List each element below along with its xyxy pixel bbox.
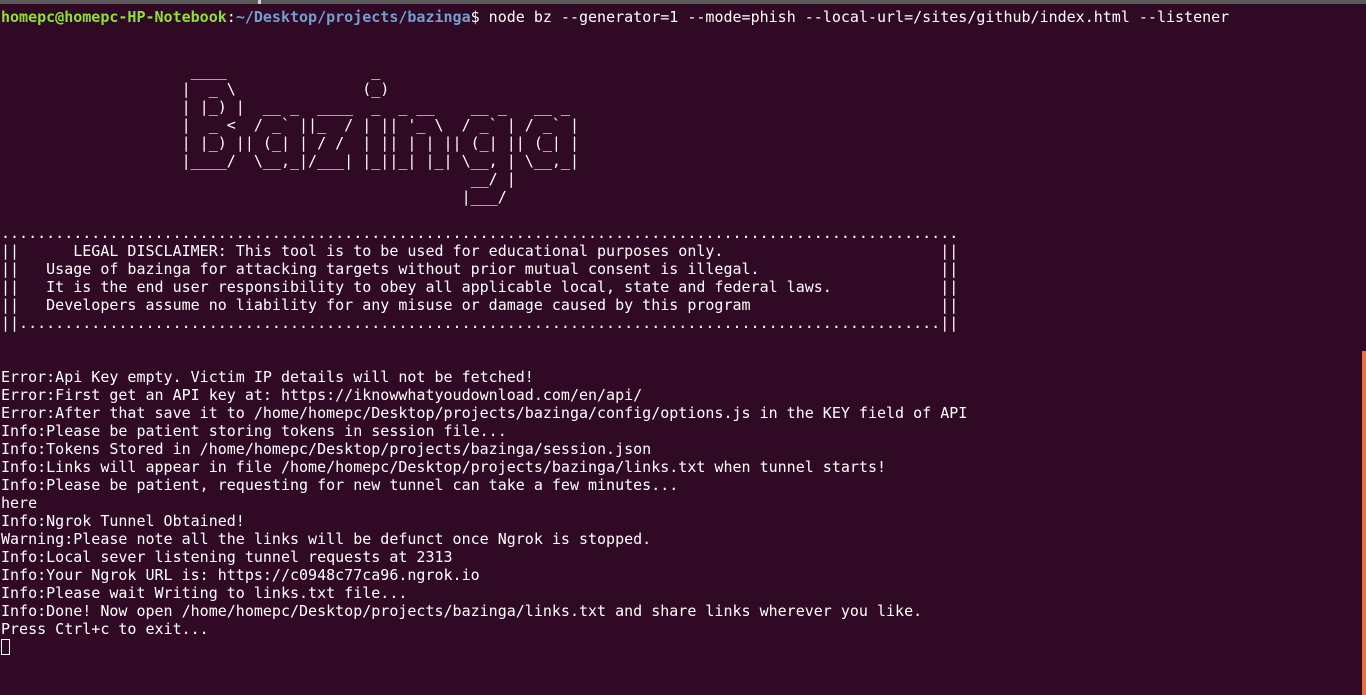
log-line: Warning:Please note all the links will b… [1, 530, 652, 548]
log-line: Info:Please be patient storing tokens in… [1, 422, 507, 440]
ascii-banner-line: | |_) | __ _ ____ _ _ __ __ _ __ _ [1, 98, 570, 116]
prompt-command: node bz --generator=1 --mode=phish --loc… [479, 8, 1230, 26]
log-line: Press Ctrl+c to exit... [1, 620, 209, 638]
top-border-marker [258, 0, 261, 4]
disclaimer-line: || LEGAL DISCLAIMER: This tool is to be … [1, 242, 959, 260]
prompt-user-host: homepc@homepc-HP-Notebook [1, 8, 227, 26]
terminal-output: homepc@homepc-HP-Notebook:~/Desktop/proj… [1, 8, 1229, 656]
ascii-banner-line: | _ < / _` ||_ / | || '_ \ / _` | / _` | [1, 116, 579, 134]
log-line: Error:Api Key empty. Victim IP details w… [1, 368, 534, 386]
ascii-banner-line: |___/ [1, 188, 507, 206]
terminal-window[interactable]: homepc@homepc-HP-Notebook:~/Desktop/proj… [0, 0, 1366, 695]
disclaimer-line: || Developers assume no liability for an… [1, 296, 959, 314]
ascii-banner-line: |____/ \__,_|/___| |_||_| |_| \__, | \__… [1, 152, 579, 170]
prompt-separator: : [226, 8, 236, 26]
window-top-border [0, 0, 1366, 4]
input-line[interactable] [1, 638, 1229, 656]
log-line: Info:Please be patient, requesting for n… [1, 476, 679, 494]
prompt-path: ~/Desktop/projects/bazinga [235, 8, 471, 26]
disclaimer-line: || Usage of bazinga for attacking target… [1, 260, 959, 278]
log-line: Info:Ngrok Tunnel Obtained! [1, 512, 245, 530]
scrollbar-thumb[interactable] [1362, 351, 1366, 695]
log-line: Info:Links will appear in file /home/hom… [1, 458, 887, 476]
log-line: Error:First get an API key at: https://i… [1, 386, 643, 404]
text-cursor[interactable] [1, 639, 10, 655]
ascii-banner-line: | |_) || (_| | / / | || | | || (_| || (_… [1, 134, 579, 152]
log-line: Info:Local sever listening tunnel reques… [1, 548, 453, 566]
command-prompt-line: homepc@homepc-HP-Notebook:~/Desktop/proj… [1, 8, 1229, 26]
log-line: Info:Tokens Stored in /home/homepc/Deskt… [1, 440, 652, 458]
ascii-banner-line: | _ \ (_) [1, 80, 390, 98]
log-line: Info:Done! Now open /home/homepc/Desktop… [1, 602, 923, 620]
log-line: Info:Please wait Writing to links.txt fi… [1, 584, 408, 602]
prompt-symbol: $ [470, 8, 480, 26]
disclaimer-line: ........................................… [1, 224, 959, 242]
disclaimer-line: ||......................................… [1, 314, 959, 332]
log-line: Error:After that save it to /home/homepc… [1, 404, 968, 422]
disclaimer-line: || It is the end user responsibility to … [1, 278, 959, 296]
log-line: here [1, 494, 38, 512]
ascii-banner-line: __/ | [1, 170, 516, 188]
log-line: Info:Your Ngrok URL is: https://c0948c77… [1, 566, 480, 584]
ascii-banner-line: ____ _ [1, 62, 381, 80]
